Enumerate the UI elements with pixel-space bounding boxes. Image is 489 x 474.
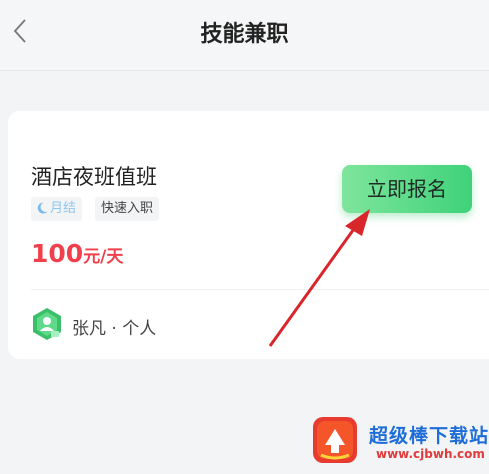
person-shield-icon (33, 308, 61, 340)
salary-amount: 100 (31, 239, 84, 268)
tag-fast-onboarding: 快速入职 (95, 197, 160, 221)
page-title: 技能兼职 (200, 22, 289, 47)
moon-icon (37, 202, 48, 214)
top-nav-bar: 技能兼职 (0, 0, 489, 71)
apply-button[interactable]: 立即报名 (342, 165, 472, 213)
salary: 100元/天 (31, 239, 123, 268)
job-card[interactable]: 酒店夜班值班 月结 快速入职 100元/天 立即报名 张凡 · 个人 (8, 111, 489, 359)
watermark-url: www.cjbwh.com (376, 447, 485, 461)
divider (31, 289, 489, 290)
job-title: 酒店夜班值班 (31, 165, 157, 189)
publisher-name: 张凡 · 个人 (72, 319, 157, 339)
tag-label: 月结 (50, 201, 77, 216)
watermark-brand: 超级棒下载站 (369, 425, 489, 447)
salary-unit: 元/天 (83, 247, 124, 267)
tag-monthly-settlement: 月结 (31, 197, 83, 221)
watermark-logo (313, 417, 357, 463)
